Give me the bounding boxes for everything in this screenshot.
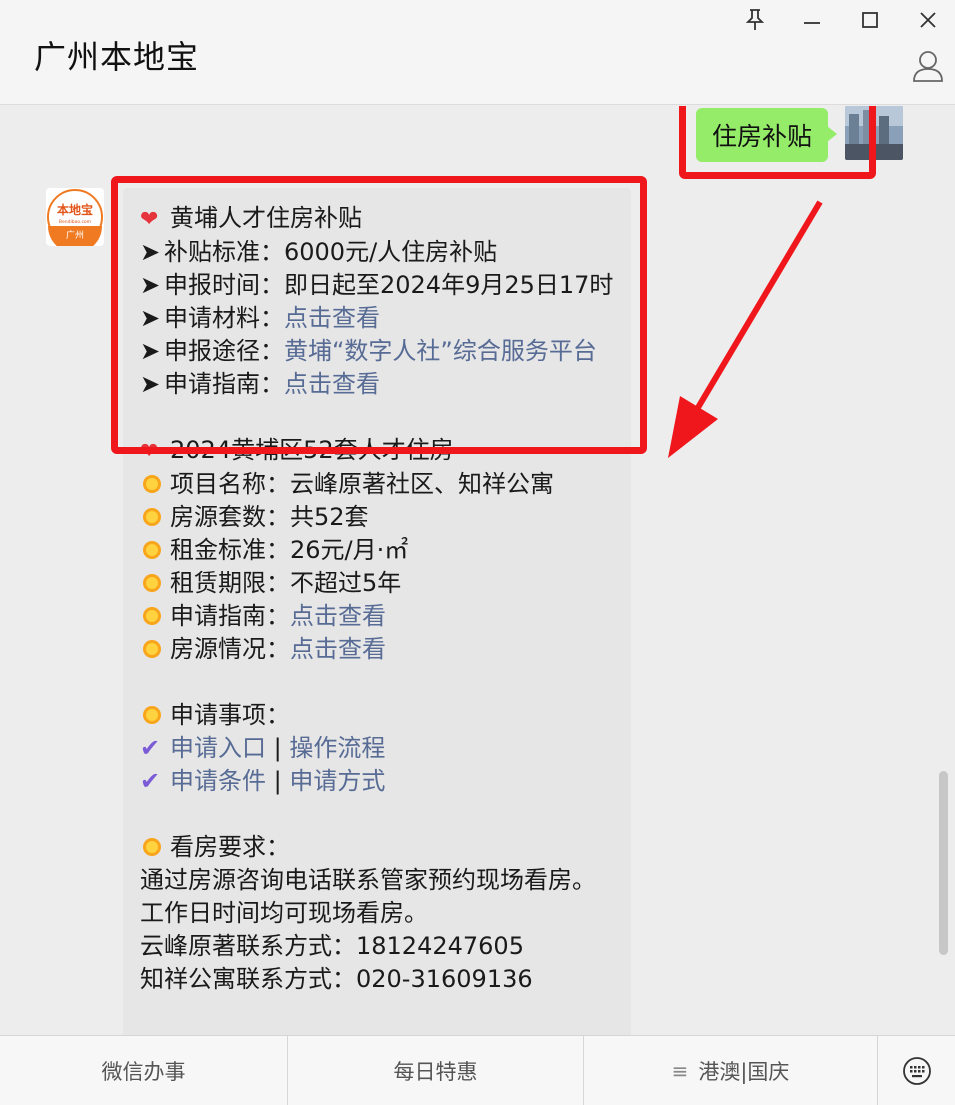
bottom-menu: 微信办事 每日特惠 ≡ 港澳|国庆 (0, 1035, 955, 1105)
menu-label: 微信办事 (101, 1060, 186, 1084)
item-label: 房源套数： (170, 503, 290, 531)
check-icon: ✔ (140, 734, 161, 762)
apply-entry-link[interactable]: 申请入口 (170, 734, 266, 762)
maximize-button[interactable] (852, 6, 888, 34)
sun-icon (143, 640, 161, 658)
close-button[interactable] (910, 6, 946, 34)
sun-icon (143, 475, 161, 493)
section3-title-line: 申请事项： (140, 699, 620, 732)
method-link[interactable]: 申请方式 (289, 767, 385, 795)
viewing-line: 工作日时间均可现场看房。 (140, 899, 428, 927)
item-label: 租金标准： (170, 536, 290, 564)
annotation-box-reply (111, 176, 647, 454)
list-item: 房源套数：共52套 (140, 501, 620, 534)
menu-hk-macau[interactable]: ≡ 港澳|国庆 (584, 1036, 878, 1105)
sun-icon (143, 607, 161, 625)
bot-avatar-logo-text: 本地宝 (57, 202, 93, 217)
item-value: 云峰原著社区、知祥公寓 (290, 470, 554, 498)
list-item: 项目名称：云峰原著社区、知祥公寓 (140, 468, 620, 501)
item-label: 房源情况： (170, 635, 290, 663)
sun-icon (143, 838, 161, 856)
menu-wechat-service[interactable]: 微信办事 (0, 1036, 288, 1105)
bot-avatar-subtext: Bendibao.com (59, 219, 91, 225)
check-icon: ✔ (140, 767, 161, 795)
menu-lines-icon: ≡ (671, 1059, 689, 1083)
sun-icon (143, 508, 161, 526)
sun-icon (143, 706, 161, 724)
section4-title: 看房要求： (170, 833, 290, 861)
pin-icon[interactable] (737, 6, 773, 34)
list-item: 申请指南：点击查看 (140, 600, 620, 633)
section4-title-line: 看房要求： (140, 831, 620, 864)
menu-daily-deals[interactable]: 每日特惠 (288, 1036, 584, 1105)
chat-scrollbar[interactable] (939, 771, 948, 955)
housing-guide-link[interactable]: 点击查看 (290, 602, 386, 630)
section3-title: 申请事项： (170, 701, 290, 729)
item-value: 26元/月·㎡ (290, 536, 409, 564)
item-value: 共52套 (290, 503, 369, 531)
bot-avatar-city: 广州 (66, 229, 84, 241)
annotation-box-sent (679, 106, 876, 179)
keyboard-toggle[interactable] (878, 1036, 955, 1105)
item-label: 项目名称： (170, 470, 290, 498)
housing-status-link[interactable]: 点击查看 (290, 635, 386, 663)
list-item: 租赁期限：不超过5年 (140, 567, 620, 600)
minimize-button[interactable] (794, 6, 830, 34)
keyboard-icon (902, 1057, 931, 1085)
contact-line: 知祥公寓联系方式：020-31609136 (140, 965, 533, 993)
profile-icon[interactable] (910, 48, 946, 84)
list-item: 房源情况：点击查看 (140, 633, 620, 666)
chat-title: 广州本地宝 (34, 38, 200, 76)
list-item: ✔ 申请条件 | 申请方式 (140, 765, 620, 798)
chat-area[interactable]: 住房补贴 本地宝 Bendibao.com 广州 ❤ 黄埔人才住房补贴 ➤ 补贴标准… (0, 106, 955, 1035)
menu-label: 港澳|国庆 (698, 1060, 790, 1084)
list-item: ✔ 申请入口 | 操作流程 (140, 732, 620, 765)
conditions-link[interactable]: 申请条件 (170, 767, 266, 795)
viewing-line: 通过房源咨询电话联系管家预约现场看房。 (140, 866, 596, 894)
bot-avatar[interactable]: 本地宝 Bendibao.com 广州 (46, 188, 104, 246)
menu-label: 每日特惠 (393, 1060, 478, 1084)
item-label: 申请指南： (170, 602, 290, 630)
sun-icon (143, 574, 161, 592)
annotation-arrow (668, 200, 823, 458)
sun-icon (143, 541, 161, 559)
item-label: 租赁期限： (170, 569, 290, 597)
separator: | (266, 767, 290, 795)
list-item: 租金标准：26元/月·㎡ (140, 534, 620, 567)
separator: | (266, 734, 290, 762)
item-value: 不超过5年 (290, 569, 402, 597)
title-bar: 广州本地宝 (0, 0, 955, 105)
contact-line: 云峰原著联系方式：18124247605 (140, 932, 524, 960)
process-link[interactable]: 操作流程 (289, 734, 385, 762)
